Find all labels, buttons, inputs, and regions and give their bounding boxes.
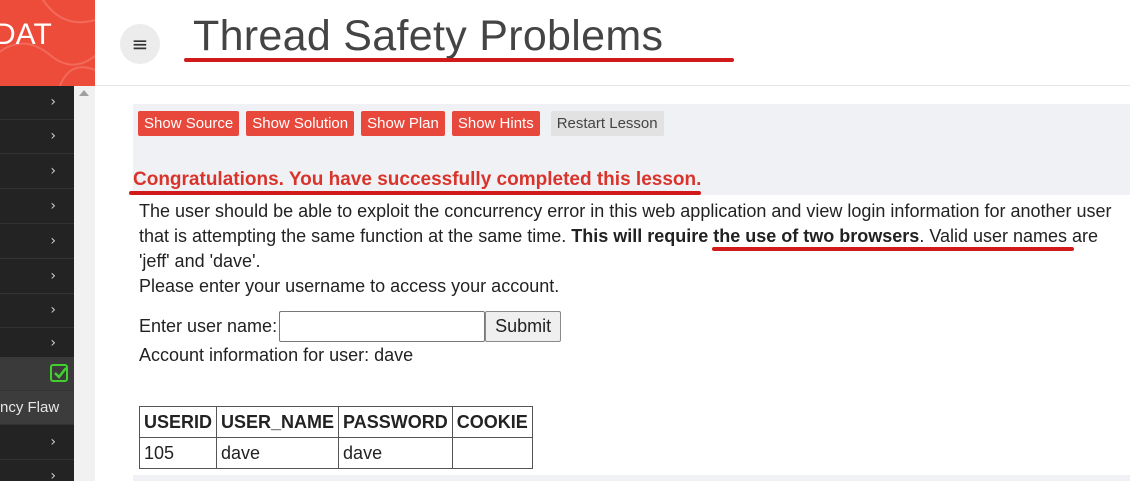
chevron-right-icon: › bbox=[50, 434, 56, 450]
sidebar-item[interactable]: › bbox=[0, 86, 74, 120]
chevron-right-icon: › bbox=[50, 94, 56, 110]
chevron-right-icon: › bbox=[50, 163, 56, 179]
username-input[interactable] bbox=[279, 311, 486, 342]
desc-bold-text: This will require the use of two browser… bbox=[571, 226, 920, 246]
table-header: USER_NAME bbox=[216, 406, 340, 438]
table-cell: dave bbox=[338, 437, 453, 469]
chevron-right-icon: › bbox=[50, 268, 56, 284]
username-form: Enter user name: Submit bbox=[139, 311, 562, 342]
show-source-button[interactable]: Show Source bbox=[138, 111, 240, 136]
check-icon bbox=[50, 364, 68, 382]
table-header: PASSWORD bbox=[338, 406, 453, 438]
sidebar: › › › › › › › › ncy Flaw › › bbox=[0, 86, 74, 481]
table-row: 105 dave dave bbox=[138, 437, 533, 469]
sidebar-item[interactable]: › bbox=[0, 120, 74, 154]
scrollbar[interactable] bbox=[74, 86, 95, 481]
table-header: USERID bbox=[138, 406, 218, 438]
brand-logo: DAT bbox=[0, 0, 95, 86]
table-header-row: USERID USER_NAME PASSWORD COOKIE bbox=[138, 406, 533, 438]
restart-lesson-button[interactable]: Restart Lesson bbox=[550, 111, 664, 136]
chevron-right-icon: › bbox=[50, 198, 56, 214]
sidebar-item[interactable]: › bbox=[0, 460, 74, 481]
sidebar-item[interactable]: › bbox=[0, 327, 74, 361]
sidebar-item[interactable]: › bbox=[0, 225, 74, 259]
brand-text: DAT bbox=[0, 18, 52, 51]
success-message: Congratulations. You have successfully c… bbox=[133, 169, 702, 190]
title-annotation-underline bbox=[184, 58, 734, 62]
header: ≡ Thread Safety Problems bbox=[95, 0, 1130, 86]
username-label: Enter user name: bbox=[139, 316, 278, 336]
show-plan-button[interactable]: Show Plan bbox=[361, 111, 445, 136]
hamburger-icon: ≡ bbox=[131, 32, 149, 56]
menu-toggle-button[interactable]: ≡ bbox=[120, 24, 160, 64]
table-cell: 105 bbox=[138, 437, 218, 469]
chevron-right-icon: › bbox=[50, 302, 56, 318]
table-header: COOKIE bbox=[451, 406, 533, 438]
chevron-right-icon: › bbox=[50, 233, 56, 249]
bold-annotation-underline bbox=[712, 247, 1074, 251]
sidebar-item[interactable]: › bbox=[0, 426, 74, 460]
chevron-right-icon: › bbox=[50, 128, 56, 144]
scroll-up-icon[interactable] bbox=[79, 90, 89, 96]
page-title: Thread Safety Problems bbox=[193, 12, 664, 60]
show-hints-button[interactable]: Show Hints bbox=[451, 111, 540, 136]
table-cell bbox=[451, 437, 533, 469]
chevron-right-icon: › bbox=[50, 335, 56, 351]
sidebar-subitem-label: ncy Flaw bbox=[0, 399, 60, 416]
sidebar-subitem-concurrency-flaw[interactable]: ncy Flaw bbox=[0, 391, 74, 425]
chevron-right-icon: › bbox=[50, 468, 56, 481]
sidebar-item[interactable]: › bbox=[0, 190, 74, 224]
sidebar-item-completed[interactable] bbox=[0, 357, 74, 391]
sidebar-item[interactable]: › bbox=[0, 260, 74, 294]
lesson-toolbar: Show Source Show Solution Show Plan Show… bbox=[138, 111, 664, 136]
sidebar-item[interactable]: › bbox=[0, 294, 74, 328]
account-table: USERID USER_NAME PASSWORD COOKIE 105 dav… bbox=[138, 406, 533, 469]
sidebar-item[interactable]: › bbox=[0, 155, 74, 189]
submit-button[interactable]: Submit bbox=[485, 311, 562, 342]
show-solution-button[interactable]: Show Solution bbox=[246, 111, 355, 136]
table-cell: dave bbox=[216, 437, 340, 469]
desc-instruction: Please enter your username to access you… bbox=[139, 276, 560, 296]
account-info-text: Account information for user: dave bbox=[139, 345, 414, 365]
